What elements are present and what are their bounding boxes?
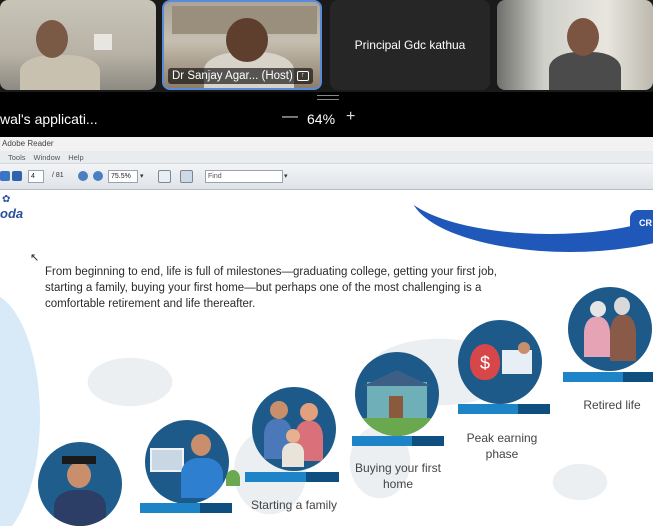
participant-tile-host[interactable]: Dr Sanjay Agar... (Host) ↑ bbox=[162, 0, 322, 90]
menu-help[interactable]: Help bbox=[68, 151, 83, 163]
zoom-dropdown-icon[interactable]: ▾ bbox=[140, 172, 144, 180]
share-bar: wal's applicati... — 64% + bbox=[0, 100, 653, 137]
menu-window[interactable]: Window bbox=[34, 151, 61, 163]
participant-head bbox=[36, 20, 68, 58]
zoom-in-button[interactable]: + bbox=[346, 108, 355, 126]
host-name: Dr Sanjay Agar... (Host) bbox=[172, 70, 293, 82]
reader-menu-bar: Tools Window Help bbox=[0, 151, 653, 164]
document-page: ✿ oda CR ↖ From beginning to end, life i… bbox=[0, 192, 653, 526]
participant-name: Principal Gdc kathua bbox=[354, 38, 466, 52]
home-icon bbox=[355, 352, 439, 436]
menu-tools[interactable]: Tools bbox=[8, 151, 26, 163]
screen-share-icon: ↑ bbox=[296, 71, 309, 81]
logo-icon: ✿ bbox=[2, 194, 11, 205]
participant-tile-4[interactable] bbox=[497, 0, 653, 90]
participant-head bbox=[226, 18, 268, 62]
find-input[interactable]: Find bbox=[205, 170, 283, 183]
peak-earning-icon: $ bbox=[458, 320, 542, 404]
slide-paragraph: From beginning to end, life is full of m… bbox=[45, 266, 497, 310]
zoom-level: 64% bbox=[307, 111, 336, 127]
first-job-icon bbox=[145, 420, 229, 504]
zoom-select[interactable]: 75.5% bbox=[108, 170, 138, 183]
shared-window-title: wal's applicati... bbox=[0, 111, 98, 127]
stage-label-family: Starting a family bbox=[250, 498, 338, 512]
zoom-in-icon[interactable] bbox=[93, 171, 103, 181]
zoom-out-button[interactable]: — bbox=[282, 108, 298, 126]
decorative-wave-inner bbox=[400, 192, 653, 234]
stage-bar-3 bbox=[245, 472, 339, 482]
graduation-icon bbox=[38, 442, 122, 526]
adobe-reader-window: Adobe Reader Tools Window Help 4 / 81 75… bbox=[0, 137, 653, 526]
fit-page-icon[interactable] bbox=[180, 170, 193, 183]
next-page-icon[interactable] bbox=[12, 171, 22, 181]
save-icon[interactable] bbox=[158, 170, 171, 183]
plant-icon bbox=[226, 470, 240, 486]
family-icon bbox=[252, 387, 336, 471]
find-dropdown-icon[interactable]: ▾ bbox=[284, 172, 288, 180]
reader-title: Adobe Reader bbox=[2, 139, 54, 148]
participant-tile-3[interactable]: Principal Gdc kathua bbox=[330, 0, 490, 90]
logo-text: oda bbox=[0, 206, 24, 221]
participant-tile-1[interactable] bbox=[0, 0, 156, 90]
host-name-label: Dr Sanjay Agar... (Host) ↑ bbox=[168, 68, 313, 84]
retired-life-icon bbox=[568, 287, 652, 371]
video-strip: Dr Sanjay Agar... (Host) ↑ Principal Gdc… bbox=[0, 0, 653, 100]
stage-label-home: Buying your first home bbox=[354, 461, 442, 491]
participant-figure bbox=[20, 55, 100, 90]
reader-title-bar: Adobe Reader bbox=[0, 137, 653, 151]
stage-bar-6 bbox=[563, 372, 653, 382]
mouse-cursor-icon: ↖ bbox=[30, 252, 40, 264]
participant-figure bbox=[549, 52, 621, 90]
stage-label-retired: Retired life bbox=[583, 398, 641, 412]
page-number-input[interactable]: 4 bbox=[28, 170, 44, 183]
stage-bar-2 bbox=[140, 503, 232, 513]
participant-head bbox=[567, 18, 599, 56]
stage-bar-5 bbox=[458, 404, 550, 414]
page-total: / 81 bbox=[52, 172, 64, 179]
stage-bar-4 bbox=[352, 436, 444, 446]
prev-page-icon[interactable] bbox=[0, 171, 10, 181]
brand-badge: CR bbox=[630, 210, 653, 236]
wall-socket bbox=[94, 34, 112, 50]
zoom-out-icon[interactable] bbox=[78, 171, 88, 181]
reader-toolbar: 4 / 81 75.5% ▾ Find ▾ bbox=[0, 164, 653, 190]
stage-label-peak: Peak earning phase bbox=[466, 431, 538, 461]
